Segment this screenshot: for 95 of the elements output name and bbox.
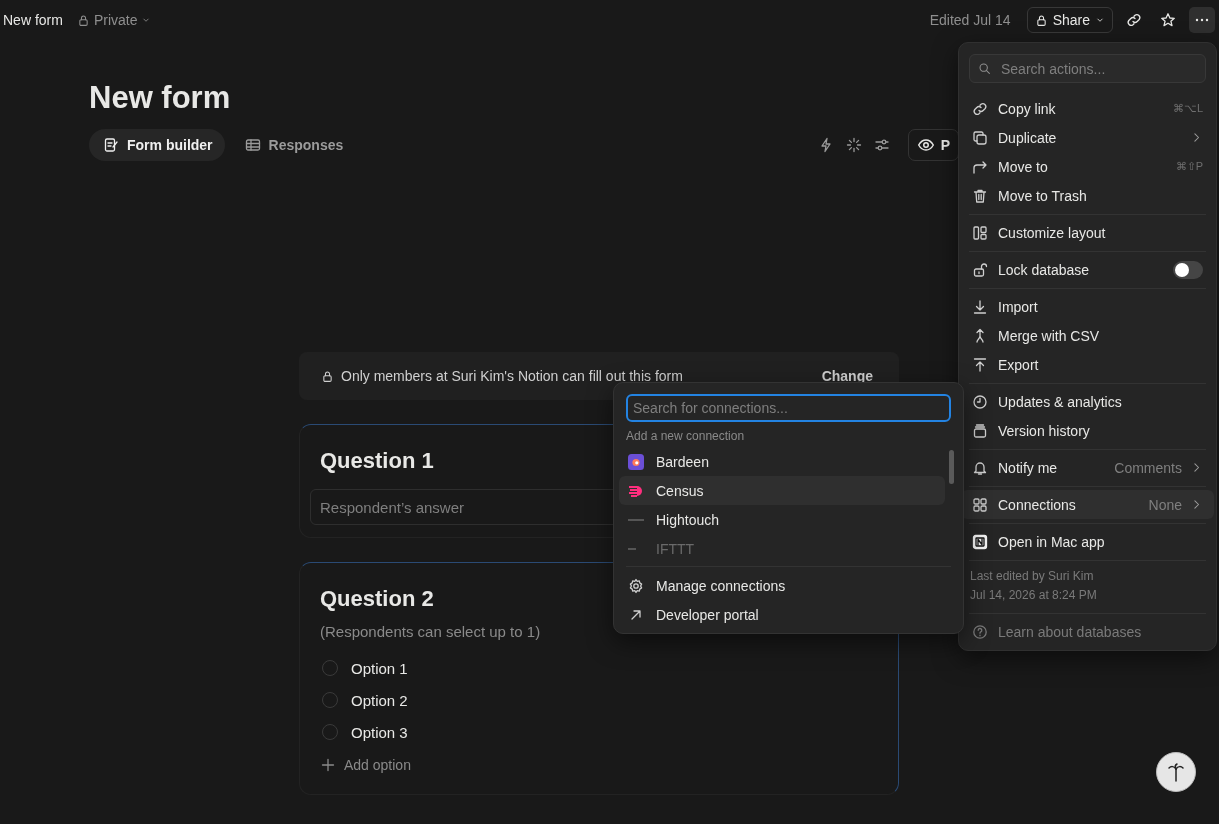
open-lock-icon xyxy=(972,261,988,278)
hightouch-logo-icon xyxy=(628,518,644,521)
menu-item-label: Lock database xyxy=(998,261,1091,278)
bell-icon xyxy=(972,459,988,476)
menu-item[interactable]: Open in Mac app xyxy=(969,527,1206,556)
menu-item-label: Connections xyxy=(998,496,1077,513)
notice-text: Only members at Suri Kim's Notion can fill out this form xyxy=(341,368,683,384)
download-icon xyxy=(972,298,988,315)
link-icon xyxy=(1126,12,1142,28)
menu-item[interactable]: Connections None xyxy=(961,490,1214,519)
menu-item[interactable]: Merge with CSV xyxy=(969,321,1206,350)
sparkle-button[interactable] xyxy=(845,137,862,153)
edit-info: Last edited by Suri Kim xyxy=(970,568,1095,585)
menu-item-label: Move to Trash xyxy=(998,187,1088,204)
share-button[interactable]: Share xyxy=(1026,7,1113,33)
search-icon xyxy=(978,62,991,75)
sliders-button[interactable] xyxy=(873,137,890,153)
menu-item[interactable]: Import xyxy=(969,292,1206,321)
lock-icon xyxy=(1034,13,1048,27)
shortcut-label: ⌘⇧P xyxy=(1175,160,1203,173)
bardeen-logo-icon xyxy=(628,453,644,470)
connections-search-field[interactable]: Search for connections... xyxy=(626,394,951,422)
menu-item-value: None xyxy=(1148,496,1182,513)
question-title: Question 1 xyxy=(320,447,434,475)
lock-toggle[interactable] xyxy=(1173,260,1203,279)
menu-item[interactable]: Manage connections xyxy=(626,571,951,600)
assistant-button[interactable] xyxy=(1156,752,1196,792)
app-logo-icon xyxy=(972,533,988,550)
trash-icon xyxy=(972,187,988,204)
scrollbar[interactable] xyxy=(949,450,954,484)
menu-item[interactable]: Move to ⌘⇧P xyxy=(969,152,1206,181)
menu-item[interactable]: Developer portal xyxy=(626,600,951,629)
menu-item[interactable]: Copy link ⌘⌥L xyxy=(969,94,1206,123)
view-tab[interactable]: Form builder xyxy=(89,129,225,161)
question-title: Question 2 xyxy=(320,585,434,613)
edit-info: Jul 14, 2026 at 8:24 PM xyxy=(970,587,1098,604)
duplicate-icon xyxy=(972,129,988,146)
menu-item-label: Copy link xyxy=(998,100,1057,117)
option-label: Option 1 xyxy=(351,659,408,677)
upload-icon xyxy=(972,356,988,373)
menu-item-label: Customize layout xyxy=(998,224,1107,241)
help-icon xyxy=(972,623,988,640)
sparkle-icon xyxy=(845,137,862,153)
view-tab[interactable]: Responses xyxy=(230,129,356,161)
menu-item-label: Move to xyxy=(998,158,1049,175)
menu-item[interactable]: Move to Trash xyxy=(969,181,1206,210)
table-icon xyxy=(244,137,261,153)
connection-item[interactable]: Bardeen xyxy=(626,447,945,476)
form-title: New form xyxy=(89,79,231,117)
question-hint: (Respondents can select up to 1) xyxy=(320,623,542,640)
menu-item-label: Open in Mac app xyxy=(998,533,1106,550)
grid-icon xyxy=(972,496,988,513)
add-option-button[interactable]: Add option xyxy=(320,748,411,782)
section-label: Add a new connection xyxy=(626,429,746,443)
option-label: Option 2 xyxy=(351,691,408,709)
menu-item[interactable]: Export xyxy=(969,350,1206,379)
caret-icon xyxy=(1095,15,1105,25)
edited-label: Edited Jul 14 xyxy=(929,12,1011,28)
search-field[interactable]: Search actions... xyxy=(999,59,1197,78)
menu-item-value: Comments xyxy=(1114,459,1182,476)
privacy-button[interactable]: Private xyxy=(76,12,152,28)
menu-item[interactable]: Duplicate xyxy=(969,123,1206,152)
page-title[interactable]: New form xyxy=(3,12,63,28)
menu-item[interactable]: Updates & analytics xyxy=(969,387,1206,416)
option-label: Option 3 xyxy=(351,723,408,741)
menu-item-label: Updates & analytics xyxy=(998,393,1123,410)
ifttt-logo-icon xyxy=(628,547,636,550)
plus-icon xyxy=(320,757,336,773)
stack-icon xyxy=(972,422,988,439)
menu-item-label: Export xyxy=(998,356,1040,373)
star-icon xyxy=(1160,12,1176,28)
menu-item[interactable]: Notify me Comments xyxy=(969,453,1206,482)
menu-item-label: Merge with CSV xyxy=(998,327,1101,344)
sliders-icon xyxy=(873,137,890,153)
menu-item-label: Version history xyxy=(998,422,1091,439)
change-link[interactable]: Change xyxy=(821,368,873,384)
menu-item-label: Import xyxy=(998,298,1039,315)
menu-item-label: Duplicate xyxy=(998,129,1058,146)
menu-item[interactable]: Lock database xyxy=(969,255,1206,284)
connection-item[interactable]: Census xyxy=(619,476,945,505)
lock-icon xyxy=(321,369,334,383)
shortcut-label: ⌘⌥L xyxy=(1172,102,1203,115)
clock-icon xyxy=(972,393,988,410)
menu-item-label: Notify me xyxy=(998,459,1059,476)
layout-icon xyxy=(972,224,988,241)
eye-icon xyxy=(916,136,935,154)
lock-icon xyxy=(76,13,90,27)
caret-icon xyxy=(141,15,152,25)
menu-item[interactable]: Version history xyxy=(969,416,1206,445)
help-link[interactable]: Learn about databases xyxy=(969,617,1206,646)
menu-item[interactable]: Customize layout xyxy=(969,218,1206,247)
form-icon xyxy=(103,137,119,153)
link-icon xyxy=(972,100,988,117)
search-box[interactable]: Search actions... xyxy=(969,54,1206,83)
gear-icon xyxy=(628,577,644,594)
